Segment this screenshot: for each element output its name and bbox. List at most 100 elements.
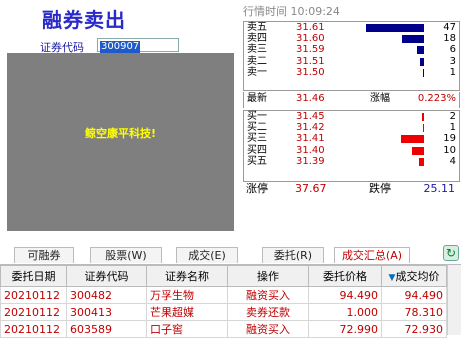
- security-name: 芒果超媒: [146, 303, 228, 321]
- buy-row[interactable]: 买三 31.41 19: [244, 133, 459, 144]
- security-code: 300413: [66, 303, 147, 321]
- sell-volume-bar: [402, 35, 424, 44]
- sell-volume-bar: [423, 68, 424, 77]
- buy-price: 31.40: [296, 144, 325, 156]
- buy-level-label: 买三: [247, 133, 267, 145]
- column-header-label: 成交均价: [395, 270, 440, 283]
- buy-row[interactable]: 买四 31.40 10: [244, 145, 459, 156]
- buy-row[interactable]: 买二 31.42 1: [244, 122, 459, 133]
- buy-volume: 10: [443, 144, 456, 156]
- column-header-sorted[interactable]: ▼成交均价: [381, 265, 447, 287]
- sell-volume: 1: [449, 66, 456, 78]
- column-header[interactable]: 证券名称: [146, 265, 228, 287]
- sell-price: 31.50: [296, 66, 325, 78]
- sell-row[interactable]: 卖四 31.60 18: [244, 33, 459, 44]
- tab-orders[interactable]: 委托(R): [262, 247, 324, 263]
- sell-volume-bar: [417, 46, 424, 55]
- sell-orders: 卖五 31.61 47 卖四 31.60 18 卖三 31.59 6 卖二 31.51 3 卖一…: [243, 21, 460, 91]
- buy-volume-bar: [419, 157, 424, 166]
- quote-time: 行情时间 10:09:24: [243, 3, 340, 19]
- buy-price: 31.39: [296, 155, 325, 167]
- sell-volume-bar: [366, 24, 424, 32]
- buy-level-label: 买五: [247, 155, 267, 167]
- quote-time-value: 10:09:24: [290, 5, 340, 18]
- sell-row[interactable]: 卖二 31.51 3: [244, 56, 459, 67]
- security-code-input[interactable]: 300907: [97, 38, 179, 53]
- security-code: 300482: [66, 286, 147, 304]
- order-price: 1.000: [308, 303, 382, 321]
- column-header[interactable]: 委托价格: [308, 265, 382, 287]
- buy-volume: 4: [449, 155, 456, 167]
- buy-volume: 2: [449, 111, 456, 122]
- avg-trade-price: 94.490: [381, 286, 447, 304]
- table-header-row: 委托日期 证券代码 证券名称 操作 委托价格 ▼成交均价: [0, 265, 447, 287]
- sell-volume-bar: [420, 57, 424, 66]
- sell-level-label: 卖三: [247, 44, 267, 56]
- sell-price: 31.61: [296, 22, 325, 33]
- buy-row[interactable]: 买一 31.45 2: [244, 111, 459, 122]
- sell-row[interactable]: 卖一 31.50 1: [244, 67, 459, 78]
- buy-volume: 19: [443, 133, 456, 145]
- order-form-placeholder: 鲸空康平科技!: [7, 53, 234, 231]
- sell-row[interactable]: 卖三 31.59 6: [244, 44, 459, 55]
- buy-volume-bar: [422, 113, 424, 121]
- sell-volume: 18: [443, 33, 456, 45]
- security-code-value: 300907: [100, 41, 141, 53]
- buy-volume-bar: [401, 135, 424, 144]
- sell-level-label: 卖五: [247, 22, 267, 33]
- buy-level-label: 买二: [247, 122, 267, 134]
- limit-up-price[interactable]: 37.67: [295, 181, 327, 197]
- buy-row[interactable]: 买五 31.39 4: [244, 156, 459, 167]
- trade-summary-table: 委托日期 证券代码 证券名称 操作 委托价格 ▼成交均价 20210112 30…: [0, 265, 447, 338]
- order-price: 94.490: [308, 286, 382, 304]
- latest-row: 最新 31.46 涨幅 0.223%: [244, 92, 459, 106]
- buy-price: 31.42: [296, 122, 325, 134]
- sell-volume: 6: [449, 44, 456, 56]
- column-header[interactable]: 证券代码: [66, 265, 147, 287]
- order-panel: 融券卖出 证券代码 300907 鲸空康平科技! 行情时间 10:09:24 卖…: [0, 0, 461, 237]
- latest-price-box: 最新 31.46 涨幅 0.223%: [243, 92, 460, 108]
- limit-down-price[interactable]: 25.11: [424, 181, 456, 197]
- buy-orders: 买一 31.45 2 买二 31.42 1 买三 31.41 19 买四 31.40 10 买五…: [243, 110, 460, 182]
- column-header[interactable]: 操作: [227, 265, 309, 287]
- change-label: 涨幅: [370, 93, 390, 104]
- quote-time-label: 行情时间: [243, 5, 287, 18]
- tab-trade-summary[interactable]: 成交汇总(A): [334, 247, 410, 263]
- sell-row[interactable]: 卖五 31.61 47: [244, 22, 459, 33]
- sell-level-label: 卖一: [247, 66, 267, 78]
- order-date: 20210112: [0, 286, 67, 304]
- limit-prices: 涨停 37.67 跌停 25.11: [243, 181, 458, 197]
- refresh-icon[interactable]: ↻: [443, 245, 459, 261]
- latest-label: 最新: [247, 93, 267, 104]
- column-header[interactable]: 委托日期: [0, 265, 67, 287]
- limit-up-label: 涨停: [246, 182, 268, 195]
- sell-price: 31.60: [296, 33, 325, 45]
- buy-level-label: 买一: [247, 111, 267, 122]
- tab-borrowable-securities[interactable]: 可融券: [14, 247, 74, 263]
- order-date: 20210112: [0, 303, 67, 321]
- operation: 卖券还款: [227, 303, 309, 321]
- sell-level-label: 卖四: [247, 33, 267, 45]
- change-percent: 0.223%: [417, 93, 456, 104]
- sell-level-label: 卖二: [247, 55, 267, 67]
- avg-trade-price: 78.310: [381, 303, 447, 321]
- buy-price: 31.41: [296, 133, 325, 145]
- tab-stocks[interactable]: 股票(W): [90, 247, 162, 263]
- buy-volume-bar: [423, 124, 424, 133]
- security-name: 万孚生物: [146, 286, 228, 304]
- buy-level-label: 买四: [247, 144, 267, 156]
- buy-price: 31.45: [296, 111, 325, 122]
- buy-volume-bar: [412, 146, 424, 155]
- limit-down-label: 跌停: [369, 182, 391, 195]
- sell-volume: 3: [449, 55, 456, 67]
- table-scrollbar[interactable]: [447, 265, 461, 335]
- buy-volume: 1: [449, 122, 456, 134]
- table-row[interactable]: 20210112 300482 万孚生物 融资买入 94.490 94.490: [0, 286, 447, 304]
- bottom-tabs: 可融券 股票(W) 成交(E) 委托(R) 成交汇总(A): [0, 247, 461, 265]
- tab-trades[interactable]: 成交(E): [176, 247, 238, 263]
- operation: 融资买入: [227, 286, 309, 304]
- sell-price: 31.51: [296, 55, 325, 67]
- table-row[interactable]: 20210112 300413 芒果超媒 卖券还款 1.000 78.310: [0, 303, 447, 321]
- placeholder-message: 鲸空康平科技!: [84, 127, 157, 140]
- page-title: 融券卖出: [42, 8, 126, 32]
